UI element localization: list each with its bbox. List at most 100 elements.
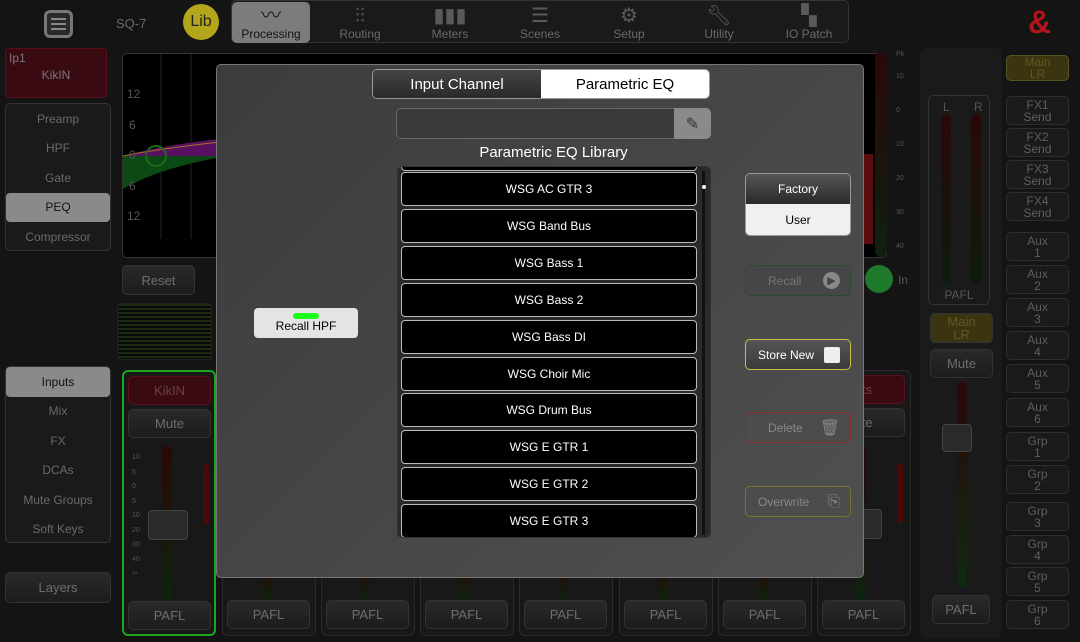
mix-select-button[interactable]: Grp 3 (1006, 502, 1069, 531)
tab-utility[interactable]: 🔧︎ Utility (675, 2, 763, 43)
meters-icon: ▮▮▮ (433, 5, 467, 27)
tab-setup[interactable]: ⚙ Setup (585, 2, 673, 43)
store-new-button[interactable]: Store New (745, 339, 851, 370)
menu-peq[interactable]: PEQ (6, 192, 110, 222)
logo: & (1028, 4, 1052, 40)
list-scrollbar[interactable] (702, 171, 705, 535)
layers-button[interactable]: Layers (5, 572, 111, 603)
master-fader[interactable] (942, 382, 972, 587)
menu-compressor[interactable]: Compressor (6, 222, 110, 252)
master-pafl-button[interactable]: PAFL (932, 595, 990, 624)
mix-select-button[interactable]: Aux 2 (1006, 265, 1069, 294)
mix-select-button[interactable]: Grp 6 (1006, 600, 1069, 629)
tab-input-channel[interactable]: Input Channel (373, 70, 541, 98)
preset-list-item[interactable]: WSG Band Bus (401, 208, 697, 243)
main-tab-bar: 〰 Processing ⫶⫶ Routing ▮▮▮ Meters ☰ Scenes … (231, 0, 849, 43)
preset-list-item[interactable]: WSG Bass 1 (401, 245, 697, 280)
right-label: R (974, 100, 983, 114)
nav-soft-keys[interactable]: Soft Keys (6, 515, 110, 545)
mix-select-button[interactable]: Aux 3 (1006, 298, 1069, 327)
strip-pafl-button[interactable]: PAFL (723, 600, 806, 629)
strip-mute-button[interactable]: Mute (128, 409, 211, 438)
strip-pafl-button[interactable]: PAFL (624, 600, 707, 629)
reset-button[interactable]: Reset (122, 265, 195, 295)
mix-select-button[interactable]: Main LR (1006, 55, 1069, 81)
mix-select-button[interactable]: FX1 Send (1006, 96, 1069, 125)
tab-io-patch[interactable]: ▚ IO Patch (765, 2, 853, 43)
preset-list-item[interactable]: WSG E GTR 1 (401, 430, 697, 465)
nav-fx[interactable]: FX (6, 426, 110, 456)
overwrite-button[interactable]: Overwrite ⎘ (745, 486, 851, 517)
edit-name-button[interactable]: ✎ (674, 108, 711, 139)
recall-button[interactable]: Recall ▶ (745, 265, 851, 296)
master-pafl-label[interactable]: PAFL (929, 288, 989, 302)
output-meter (875, 52, 887, 257)
tab-meters[interactable]: ▮▮▮ Meters (406, 2, 494, 43)
nav-dcas[interactable]: DCAs (6, 456, 110, 486)
tab-processing[interactable]: 〰 Processing (232, 2, 310, 43)
nav-mute-groups[interactable]: Mute Groups (6, 485, 110, 515)
strip-pafl-button[interactable]: PAFL (822, 600, 905, 629)
preset-list-item[interactable]: WSG Bass 2 (401, 282, 697, 317)
source-user[interactable]: User (746, 204, 850, 235)
mix-select-button[interactable]: FX2 Send (1006, 128, 1069, 157)
menu-gate[interactable]: Gate (6, 163, 110, 193)
eq-tick: 12 (127, 209, 141, 223)
strip-pafl-button[interactable]: PAFL (227, 600, 310, 629)
trash-icon: 🗑︎ (819, 419, 840, 437)
preset-list-item[interactable]: WSG AC GTR 3 (401, 172, 697, 206)
fader-cap[interactable] (942, 424, 972, 452)
nav-menu: Inputs Mix FX DCAs Mute Groups Soft Keys (5, 366, 111, 543)
tab-routing[interactable]: ⫶⫶ Routing (316, 2, 404, 43)
faders-icon: ⫶⫶ (355, 5, 365, 27)
tab-scenes[interactable]: ☰ Scenes (496, 2, 584, 43)
mix-select-button[interactable]: Aux 1 (1006, 232, 1069, 261)
menu-preamp[interactable]: Preamp (6, 104, 110, 134)
mix-select-button[interactable]: FX4 Send (1006, 192, 1069, 221)
mix-select-button[interactable]: Grp 1 (1006, 432, 1069, 461)
nav-inputs[interactable]: Inputs (6, 367, 110, 397)
wrench-icon: 🔧︎ (706, 5, 732, 27)
mix-select-button[interactable]: Aux 5 (1006, 364, 1069, 393)
eq-tick: 6 (129, 179, 136, 193)
tab-parametric-eq[interactable]: Parametric EQ (541, 70, 709, 98)
preset-list-item[interactable]: WSG Drum Bus (401, 393, 697, 428)
fader-scale-label: 40 (132, 555, 140, 563)
overwrite-icon: ⎘ (827, 493, 840, 510)
eq-in-toggle[interactable] (865, 265, 893, 293)
strip-pafl-button[interactable]: PAFL (425, 600, 508, 629)
channel-strip: KikIN Mute 10 5 0 5 10 20 30 40 ∞ PAFL (122, 370, 216, 636)
fader-scale-label: ∞ (132, 570, 137, 577)
preset-name-input[interactable] (396, 108, 675, 139)
mix-select-button[interactable]: Aux 4 (1006, 331, 1069, 360)
master-mute-button[interactable]: Mute (930, 349, 993, 378)
preset-list-item[interactable]: WSG E GTR 2 (401, 467, 697, 502)
strip-pafl-button[interactable]: PAFL (128, 601, 211, 630)
gear-icon: ⚙ (620, 5, 638, 27)
fader-cap[interactable] (148, 510, 188, 540)
mix-select-button[interactable]: Aux 6 (1006, 398, 1069, 427)
channel-select[interactable]: Ip1 KikIN (5, 48, 107, 98)
mix-select-button[interactable]: FX3 Send (1006, 160, 1069, 189)
recall-hpf-button[interactable]: Recall HPF (254, 308, 358, 338)
source-factory[interactable]: Factory (746, 174, 850, 204)
mix-select-button[interactable]: Grp 4 (1006, 535, 1069, 564)
strip-pafl-button[interactable]: PAFL (326, 600, 409, 629)
list-icon: ☰ (531, 5, 549, 27)
library-button[interactable]: Lib (183, 4, 219, 40)
strip-name-button[interactable]: KikIN (128, 376, 211, 405)
eq-tick: 12 (127, 87, 141, 101)
preset-list-item[interactable]: WSG E GTR 3 (401, 504, 697, 537)
scroll-thumb[interactable] (702, 185, 706, 189)
nav-mix[interactable]: Mix (6, 397, 110, 427)
menu-button[interactable] (44, 10, 73, 38)
preset-list-item[interactable]: WSG Bass DI (401, 319, 697, 354)
mix-select-button[interactable]: Grp 5 (1006, 567, 1069, 596)
main-lr-label[interactable]: Main LR (930, 313, 993, 343)
mix-select-button[interactable]: Grp 2 (1006, 465, 1069, 494)
menu-hpf[interactable]: HPF (6, 134, 110, 164)
delete-button[interactable]: Delete 🗑︎ (745, 412, 851, 443)
preset-list[interactable]: WSG AC GTR 3 WSG Band Bus WSG Bass 1 WSG Ba… (397, 166, 711, 538)
preset-list-item[interactable]: WSG Choir Mic (401, 356, 697, 391)
strip-pafl-button[interactable]: PAFL (524, 600, 607, 629)
